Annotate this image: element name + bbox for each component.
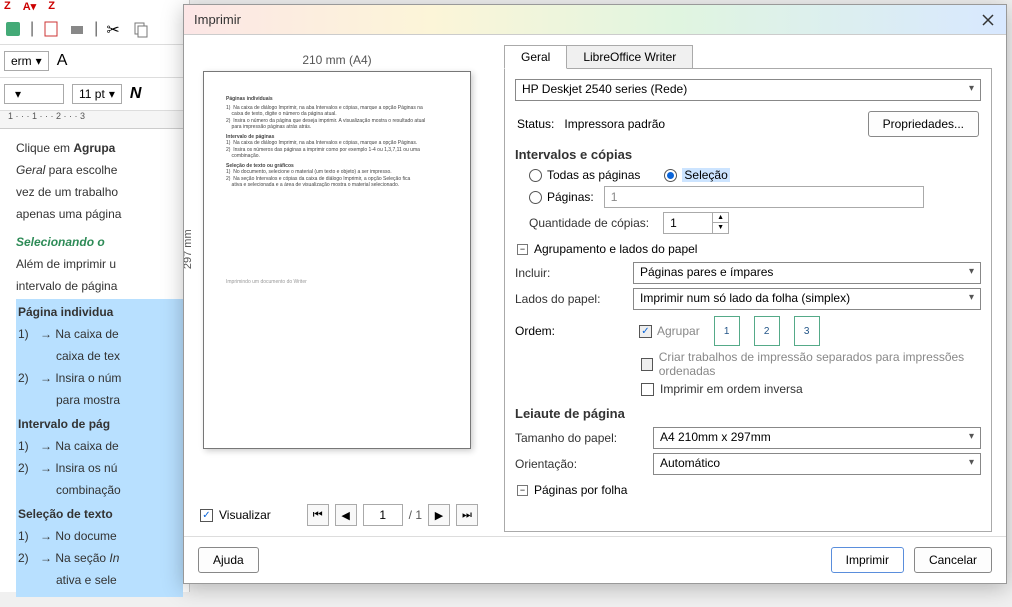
settings-pane: Geral LibreOffice Writer HP Deskjet 2540…	[490, 35, 1006, 536]
print-button[interactable]: Imprimir	[831, 547, 904, 573]
preview-pane: 210 mm (A4) 297 mm Páginas individuais 1…	[184, 35, 490, 536]
preview-controls: Visualizar ⏮ ◀ / 1 ▶ ⏭	[196, 494, 478, 530]
toolbar-row-2: erm▾ A	[0, 45, 189, 78]
writer-bg-window: ZA▾Z | | ✂ erm▾ A ▾ 11 pt▾ N 1 · · · 1 ·…	[0, 0, 190, 592]
pages-input[interactable]	[604, 186, 924, 208]
check-icon	[639, 325, 652, 338]
printer-combo[interactable]: HP Deskjet 2540 series (Rede)	[515, 79, 981, 101]
collapse-icon: −	[517, 244, 528, 255]
document-body: Clique em Agrupa Geral para escolhe vez …	[0, 129, 189, 607]
check-icon	[641, 383, 654, 396]
bold-italic-icon[interactable]: N	[130, 85, 142, 103]
char-color-icons: ZA▾Z	[0, 0, 55, 13]
prev-page-button[interactable]: ◀	[335, 504, 357, 526]
close-icon[interactable]	[980, 12, 996, 28]
para-style-combo[interactable]: erm▾	[4, 51, 49, 71]
orientation-combo[interactable]: Automático	[653, 453, 981, 475]
dialog-footer: Ajuda Imprimir Cancelar	[184, 536, 1006, 583]
print-icon[interactable]	[68, 20, 86, 38]
spin-up-icon[interactable]: ▲	[713, 213, 728, 223]
tab-general[interactable]: Geral	[504, 45, 567, 69]
collapse-icon: −	[517, 485, 528, 496]
help-button[interactable]: Ajuda	[198, 547, 259, 573]
radio-pages[interactable]: Páginas:	[529, 190, 594, 204]
radio-icon	[664, 169, 677, 182]
properties-button[interactable]: Propriedades...	[868, 111, 979, 137]
include-label: Incluir:	[515, 266, 625, 280]
export-pdf-icon[interactable]	[42, 20, 60, 38]
paper-size-label: Tamanho do papel:	[515, 431, 645, 445]
collate-expand-toggle[interactable]: − Agrupamento e lados do papel	[517, 242, 981, 256]
save-icon[interactable]	[4, 20, 22, 38]
orientation-label: Orientação:	[515, 457, 645, 471]
dialog-titlebar: Imprimir	[184, 5, 1006, 35]
pages-per-sheet-toggle[interactable]: − Páginas por folha	[517, 483, 981, 497]
page-total-label: / 1	[409, 508, 422, 522]
paper-size-combo[interactable]: A4 210mm x 297mm	[653, 427, 981, 449]
first-page-button[interactable]: ⏮	[307, 504, 329, 526]
font-size-combo[interactable]: 11 pt▾	[72, 84, 122, 104]
status-value: Impressora padrão	[564, 117, 665, 131]
reverse-order-checkbox[interactable]: Imprimir em ordem inversa	[641, 382, 981, 396]
copies-label: Quantidade de cópias:	[529, 216, 649, 230]
sides-label: Lados do papel:	[515, 292, 625, 306]
cut-icon[interactable]: ✂	[106, 20, 124, 38]
font-name-combo[interactable]: ▾	[4, 84, 64, 104]
radio-selection[interactable]: Seleção	[664, 168, 729, 182]
ranges-section-heading: Intervalos e cópias	[515, 147, 981, 162]
dialog-title: Imprimir	[194, 12, 241, 27]
check-icon	[641, 358, 653, 371]
collate-checkbox[interactable]: Agrupar	[639, 324, 700, 338]
status-label: Status:	[517, 117, 554, 131]
visualize-checkbox[interactable]: Visualizar	[200, 508, 271, 522]
tab-writer[interactable]: LibreOffice Writer	[566, 45, 693, 69]
order-label: Ordem:	[515, 324, 625, 338]
page-number-input[interactable]	[363, 504, 403, 526]
print-dialog: Imprimir 210 mm (A4) 297 mm Páginas indi…	[183, 4, 1007, 584]
check-icon	[200, 509, 213, 522]
separate-jobs-checkbox[interactable]: Criar trabalhos de impressão separados p…	[641, 350, 981, 378]
spin-down-icon[interactable]: ▼	[713, 223, 728, 233]
tab-panel-general: HP Deskjet 2540 series (Rede) Status: Im…	[504, 68, 992, 532]
collate-preview-1: 1	[714, 316, 740, 346]
ruler: 1 · · · 1 · · · 2 · · · 3	[0, 111, 189, 129]
copy-icon[interactable]	[132, 20, 150, 38]
toolbar-row-3: ▾ 11 pt▾ N	[0, 78, 189, 111]
layout-section-heading: Leiaute de página	[515, 406, 981, 421]
collate-preview-2: 2	[754, 316, 780, 346]
include-combo[interactable]: Páginas pares e ímpares	[633, 262, 981, 284]
preview-page: Páginas individuais 1) Na caixa de diálo…	[203, 71, 471, 449]
highlight-icon[interactable]: A	[57, 52, 75, 70]
next-page-button[interactable]: ▶	[428, 504, 450, 526]
paper-sides-combo[interactable]: Imprimir num só lado da folha (simplex)	[633, 288, 981, 310]
collate-preview-3: 3	[794, 316, 820, 346]
tabs: Geral LibreOffice Writer	[504, 45, 992, 69]
cancel-button[interactable]: Cancelar	[914, 547, 992, 573]
last-page-button[interactable]: ⏭	[456, 504, 478, 526]
toolbar-row-1: | | ✂	[0, 14, 189, 45]
preview-height-label: 297 mm	[184, 229, 194, 269]
copies-spinner[interactable]: ▲▼	[663, 212, 729, 234]
preview-width-label: 210 mm (A4)	[196, 53, 478, 67]
radio-icon	[529, 191, 542, 204]
radio-all-pages[interactable]: Todas as páginas	[529, 168, 640, 182]
radio-icon	[529, 169, 542, 182]
